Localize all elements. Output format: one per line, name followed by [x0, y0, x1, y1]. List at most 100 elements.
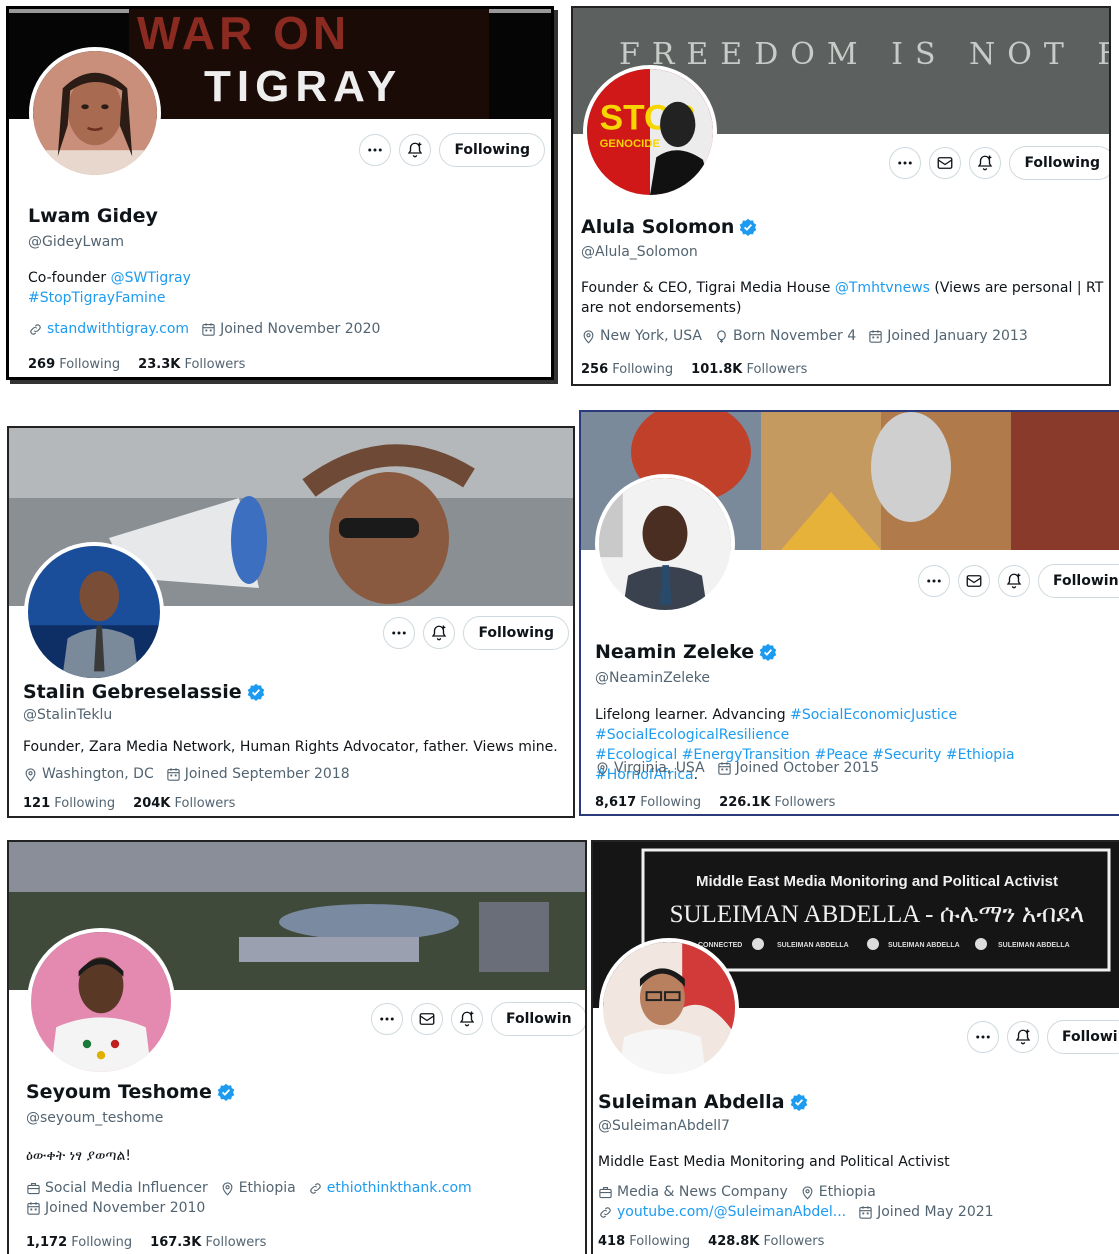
mail-icon: [936, 154, 954, 172]
profile-card-lwam: WAR ON TIGRAY Following Lwam Gidey @Gide…: [6, 6, 554, 380]
profile-actions: Followin: [918, 564, 1119, 598]
notify-button[interactable]: [399, 134, 432, 166]
notify-button[interactable]: [969, 147, 1002, 179]
avatar[interactable]: [27, 928, 175, 1076]
following-label: Following: [54, 796, 116, 811]
bio-text: Co-founder: [28, 270, 111, 286]
followers-label: Followers: [205, 1235, 267, 1250]
bell-plus-icon: [1014, 1028, 1032, 1046]
avatar[interactable]: [29, 47, 161, 179]
notify-button[interactable]: [1007, 1021, 1039, 1053]
following-label: Following: [71, 1235, 133, 1250]
followers-stat[interactable]: 101.8K Followers: [691, 362, 807, 377]
display-name-text: Suleiman Abdella: [598, 1091, 785, 1113]
following-stat[interactable]: 8,617 Following: [595, 795, 701, 810]
notify-button[interactable]: [451, 1003, 483, 1035]
display-name: Alula Solomon: [581, 216, 757, 238]
avatar[interactable]: [599, 938, 739, 1078]
username: @GideyLwam: [28, 234, 124, 250]
meta-joined: Joined November 2010: [26, 1200, 205, 1216]
link-icon: [308, 1181, 323, 1196]
following-button[interactable]: Following: [1009, 146, 1109, 180]
message-button[interactable]: [411, 1003, 443, 1035]
avatar[interactable]: [24, 542, 164, 682]
bio-text: Lifelong learner. Advancing: [595, 707, 791, 723]
meta-website[interactable]: ethiothinkthank.com: [308, 1180, 472, 1196]
more-button[interactable]: [359, 134, 392, 166]
following-button[interactable]: Followin: [1038, 564, 1119, 598]
bell-plus-icon: [1005, 572, 1023, 590]
bio-mention-link[interactable]: @SWTigray: [111, 270, 191, 286]
following-count: 269: [28, 357, 56, 372]
website-link[interactable]: ethiothinkthank.com: [327, 1180, 472, 1196]
calendar-icon: [201, 322, 216, 337]
username: @NeaminZeleke: [595, 670, 710, 686]
banner-slogan: FREEDOM IS NOT FREE: [619, 37, 1109, 72]
following-count: 1,172: [26, 1235, 68, 1250]
meta-location: Virginia, USA: [595, 760, 705, 776]
location-pin-icon: [220, 1181, 235, 1196]
follow-stats: 121 Following 204K Followers: [23, 796, 235, 811]
following-stat[interactable]: 256 Following: [581, 362, 673, 377]
more-button[interactable]: [383, 617, 416, 649]
joined-date: Joined September 2018: [184, 766, 350, 782]
bio-mention-link[interactable]: @Tmhtvnews: [835, 280, 930, 296]
following-button[interactable]: Followin: [491, 1002, 585, 1036]
following-button[interactable]: Following: [439, 133, 545, 167]
bio-hashtag-link[interactable]: #StopTigrayFamine: [28, 290, 165, 306]
briefcase-icon: [26, 1181, 41, 1196]
more-button[interactable]: [918, 565, 950, 597]
notify-button[interactable]: [998, 565, 1030, 597]
mail-icon: [418, 1010, 436, 1028]
more-button[interactable]: [371, 1003, 403, 1035]
followers-stat[interactable]: 204K Followers: [133, 796, 235, 811]
profile-actions: Following: [359, 133, 545, 167]
followers-stat[interactable]: 23.3K Followers: [138, 357, 245, 372]
following-button[interactable]: Following: [463, 616, 569, 650]
birthday-text: Born November 4: [732, 328, 857, 344]
location-text: New York, USA: [600, 328, 702, 344]
banner-title-line1: WAR ON: [137, 9, 350, 59]
profile-card-alula: FREEDOM IS NOT FREE STOP GENOCIDE Follow…: [571, 6, 1111, 386]
avatar-photo: [599, 478, 731, 610]
notify-button[interactable]: [423, 617, 456, 649]
message-button[interactable]: [958, 565, 990, 597]
following-stat[interactable]: 1,172 Following: [26, 1235, 132, 1250]
message-button[interactable]: [929, 147, 962, 179]
following-stat[interactable]: 269 Following: [28, 357, 120, 372]
followers-stat[interactable]: 167.3K Followers: [150, 1235, 266, 1250]
follow-stats: 256 Following 101.8K Followers: [581, 362, 807, 377]
meta-birthday: Born November 4: [714, 328, 856, 344]
meta-website[interactable]: standwithtigray.com: [28, 321, 189, 337]
link-icon: [28, 322, 43, 337]
website-link[interactable]: standwithtigray.com: [47, 321, 189, 337]
bell-plus-icon: [406, 141, 424, 159]
meta-location: Ethiopia: [800, 1184, 876, 1200]
meta-joined: Joined November 2020: [201, 321, 380, 337]
meta-joined: Joined January 2013: [868, 328, 1028, 344]
following-stat[interactable]: 121 Following: [23, 796, 115, 811]
svg-text:GENOCIDE: GENOCIDE: [600, 138, 661, 150]
bio-text: Founder & CEO, Tigrai Media House: [581, 280, 835, 296]
profile-actions: Following: [383, 616, 569, 650]
username: @SuleimanAbdell7: [598, 1118, 730, 1134]
website-link[interactable]: youtube.com/@SuleimanAbdel...: [617, 1204, 846, 1220]
following-stat[interactable]: 418 Following: [598, 1234, 690, 1249]
profile-actions: Following: [889, 146, 1109, 180]
verified-badge-icon: [217, 1083, 235, 1101]
following-button[interactable]: Followi: [1047, 1020, 1119, 1054]
avatar[interactable]: [595, 474, 735, 614]
balloon-icon: [714, 329, 729, 344]
verified-badge-icon: [739, 218, 757, 236]
followers-stat[interactable]: 226.1K Followers: [719, 795, 835, 810]
avatar[interactable]: STOP GENOCIDE: [583, 65, 717, 199]
meta-website[interactable]: youtube.com/@SuleimanAbdel...: [598, 1204, 846, 1220]
joined-date: Joined November 2020: [220, 321, 381, 337]
location-pin-icon: [595, 761, 610, 776]
followers-label: Followers: [174, 796, 236, 811]
more-button[interactable]: [967, 1021, 999, 1053]
bio-text: Middle East Media Monitoring and Politic…: [598, 1154, 950, 1170]
more-button[interactable]: [889, 147, 922, 179]
display-name-text: Alula Solomon: [581, 216, 735, 238]
followers-stat[interactable]: 428.8K Followers: [708, 1234, 824, 1249]
